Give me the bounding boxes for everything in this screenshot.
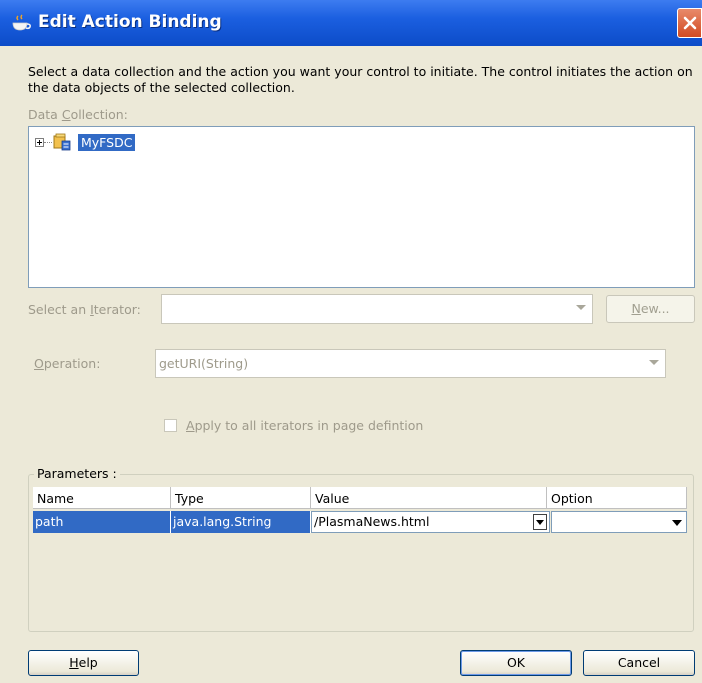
iterator-select[interactable]: [161, 294, 593, 324]
title-bar[interactable]: Edit Action Binding: [0, 0, 702, 46]
operation-label: Operation:: [34, 356, 101, 371]
param-value-text: /PlasmaNews.html: [314, 514, 430, 529]
close-icon: [683, 16, 697, 30]
parameters-table[interactable]: Name Type Value Option path java.lang.St…: [33, 487, 687, 627]
apply-all-checkbox[interactable]: [164, 419, 177, 432]
operation-value: getURI(String): [159, 356, 249, 371]
ok-button[interactable]: OK: [460, 650, 572, 676]
param-value-combo[interactable]: /PlasmaNews.html: [311, 511, 550, 533]
parameters-title: Parameters :: [34, 466, 120, 481]
java-cup-icon: [12, 14, 31, 31]
column-header-type[interactable]: Type: [171, 487, 311, 509]
param-type-cell[interactable]: java.lang.String: [171, 511, 311, 533]
help-button[interactable]: Help: [28, 650, 139, 676]
cancel-button[interactable]: Cancel: [583, 650, 695, 676]
tree-connector: [44, 142, 52, 143]
chevron-down-icon: [672, 520, 682, 526]
param-option-combo[interactable]: [551, 511, 687, 533]
window-title: Edit Action Binding: [38, 12, 222, 32]
close-button[interactable]: [677, 8, 702, 38]
operation-select[interactable]: getURI(String): [155, 349, 666, 378]
param-name-cell[interactable]: path: [33, 511, 171, 533]
chevron-down-icon: [576, 305, 586, 310]
data-control-icon: [53, 133, 71, 151]
description-text: Select a data collection and the action …: [28, 64, 693, 95]
tree-expand-toggle[interactable]: [35, 138, 44, 147]
column-header-value[interactable]: Value: [311, 487, 547, 509]
chevron-down-icon[interactable]: [533, 514, 547, 530]
data-collection-label: Data Collection:: [28, 107, 128, 122]
data-collection-tree[interactable]: MyFSDC: [28, 126, 695, 288]
column-header-name[interactable]: Name: [33, 487, 171, 509]
column-header-option[interactable]: Option: [547, 487, 687, 509]
chevron-down-icon: [649, 360, 659, 365]
apply-all-label: Apply to all iterators in page defintion: [186, 418, 424, 433]
iterator-label: Select an Iterator:: [28, 302, 141, 317]
new-iterator-button[interactable]: New...: [606, 295, 695, 323]
tree-item-myfsdc[interactable]: MyFSDC: [78, 134, 136, 151]
